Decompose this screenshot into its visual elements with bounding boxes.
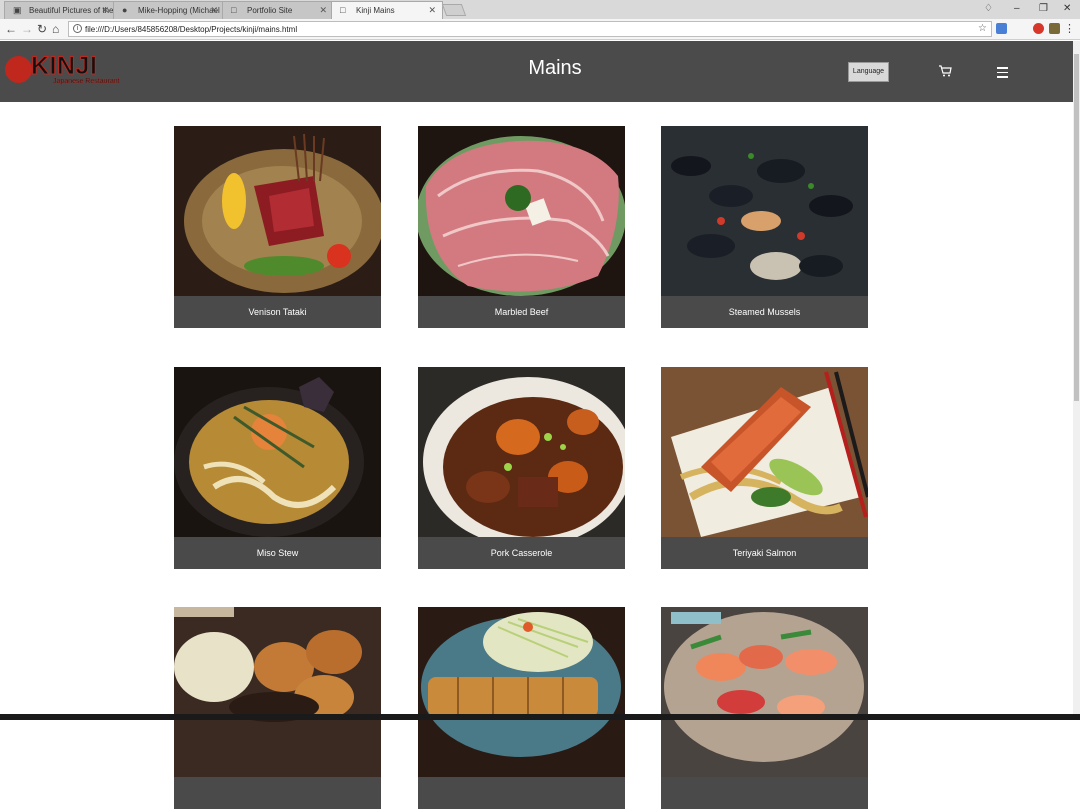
language-button[interactable]: Language [848,62,889,82]
os-taskbar [0,714,1080,720]
reload-icon[interactable]: ↻ [37,22,47,36]
menu-item-name: Marbled Beef [494,307,549,317]
hamburger-menu-icon[interactable] [997,67,1008,78]
karaage-photo [174,607,381,777]
home-icon[interactable]: ⌂ [52,22,59,36]
new-tab-button[interactable] [441,4,467,16]
venison-tataki-photo [174,126,381,296]
adblock-extension-icon[interactable] [1033,23,1044,34]
steamed-mussels-photo [661,126,868,296]
back-icon[interactable]: ← [5,22,17,36]
menu-item-name: Miso Stew [256,548,299,558]
info-icon[interactable]: i [73,24,82,33]
menu-item-card[interactable] [661,607,868,809]
tab-title: Mike-Hopping (Michael [138,6,220,15]
close-tab-icon[interactable]: ✕ [101,5,109,16]
browser-tab[interactable]: ● Mike-Hopping (Michael ✕ [113,1,225,19]
menu-item-card[interactable] [418,607,625,809]
menu-item-card[interactable]: Marbled Beef [418,126,625,328]
browser-tab-strip: ▣ Beautiful Pictures of the ✕ ● Mike-Hop… [0,0,1080,19]
browser-tab[interactable]: ▣ Beautiful Pictures of the ✕ [4,1,116,19]
menu-item-card[interactable]: Pork Casserole [418,367,625,569]
page-icon: □ [340,5,346,15]
menu-item-name: Venison Tataki [248,307,307,317]
url-text: file:///D:/Users/845856208/Desktop/Proje… [85,25,298,34]
bookmark-star-icon[interactable]: ☆ [978,23,987,34]
menu-item-name [661,777,868,809]
close-tab-icon[interactable]: ✕ [319,5,327,16]
browser-toolbar: ← → ↻ ⌂ i file:///D:/Users/845856208/Des… [0,19,1080,40]
tab-title: Kinji Mains [356,6,395,15]
forward-icon[interactable]: → [21,22,33,36]
profile-icon[interactable]: ♢ [984,3,993,14]
page-icon: □ [231,5,237,15]
marbled-beef-photo [418,126,625,296]
page-scrollbar[interactable] [1073,41,1080,716]
tonkatsu-photo [418,607,625,777]
menu-item-card[interactable] [174,607,381,809]
browser-tab[interactable]: □ Portfolio Site ✕ [222,1,334,19]
sashimi-platter-photo [661,607,868,777]
close-tab-icon[interactable]: ✕ [210,5,218,16]
page-title: Mains [528,57,582,79]
menu-item-name: Pork Casserole [490,548,553,558]
browser-tab-active[interactable]: □ Kinji Mains ✕ [331,1,443,19]
menu-item-card[interactable]: Venison Tataki [174,126,381,328]
teriyaki-salmon-photo [661,367,868,537]
menu-item-name: Teriyaki Salmon [732,548,797,558]
close-tab-icon[interactable]: ✕ [428,5,436,16]
cart-icon[interactable] [938,64,952,78]
window-close-icon[interactable]: ✕ [1063,3,1071,14]
camera-icon: ▣ [13,5,22,15]
extension-icon[interactable] [1049,23,1060,34]
minimize-icon[interactable]: – [1014,3,1020,14]
restore-icon[interactable]: ❐ [1039,3,1048,14]
menu-item-name [418,777,625,809]
menu-item-card[interactable]: Miso Stew [174,367,381,569]
tab-title: Portfolio Site [247,6,293,15]
menu-item-card[interactable]: Steamed Mussels [661,126,868,328]
browser-menu-icon[interactable]: ⋮ [1064,22,1075,36]
pork-casserole-photo [418,367,625,537]
address-bar[interactable]: i file:///D:/Users/845856208/Desktop/Pro… [68,21,992,37]
menu-item-name [174,777,381,809]
site-header: KINJI Japanese Restaurant Mains Language [0,41,1073,102]
scrollbar-thumb[interactable] [1074,54,1079,401]
menu-item-name: Steamed Mussels [728,307,801,317]
github-icon: ● [122,5,128,15]
menu-item-card[interactable]: Teriyaki Salmon [661,367,868,569]
translate-extension-icon[interactable] [996,23,1007,34]
miso-stew-photo [174,367,381,537]
